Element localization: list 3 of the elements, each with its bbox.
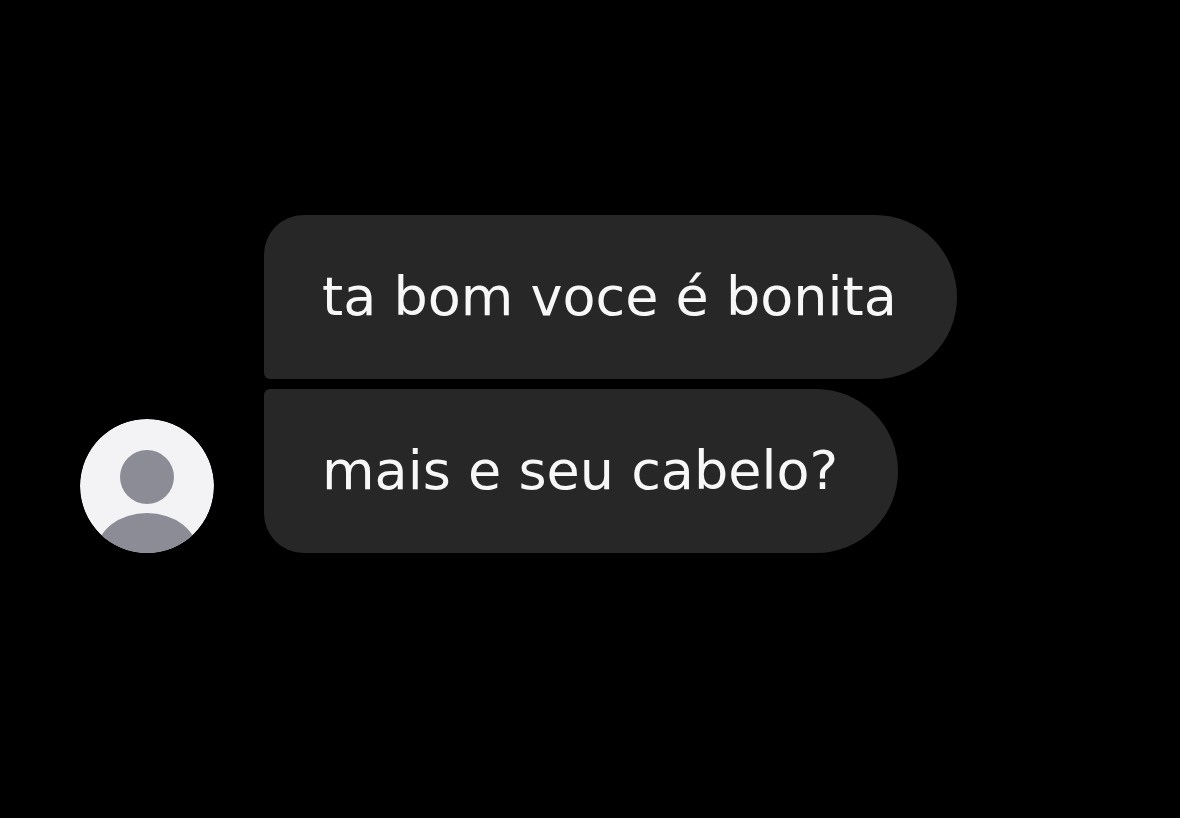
avatar-icon: [80, 419, 214, 553]
message-text: ta bom voce é bonita: [322, 270, 897, 324]
message-text: mais e seu cabelo?: [322, 444, 839, 498]
